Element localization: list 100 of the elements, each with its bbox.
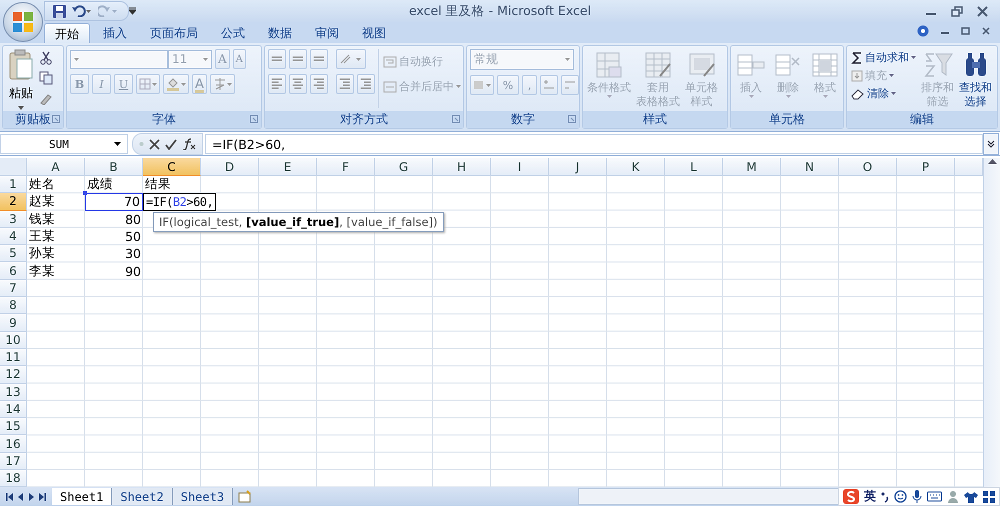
- scissors-icon[interactable]: [39, 51, 53, 65]
- row-header[interactable]: 9: [0, 314, 27, 332]
- ime-language[interactable]: 英: [864, 488, 876, 505]
- column-header[interactable]: A: [27, 158, 85, 176]
- microphone-icon[interactable]: [912, 490, 922, 503]
- launcher-icon[interactable]: [250, 115, 258, 123]
- copy-icon[interactable]: [39, 71, 53, 85]
- close-icon[interactable]: [977, 6, 988, 16]
- expand-button[interactable]: [983, 133, 999, 155]
- align-top-button[interactable]: [268, 49, 286, 69]
- row-header[interactable]: 4: [0, 228, 27, 246]
- column-header[interactable]: P: [897, 158, 955, 176]
- help-icon[interactable]: [917, 24, 929, 36]
- ribbon-tab[interactable]: 页面布局: [140, 23, 208, 43]
- column-header[interactable]: I: [491, 158, 549, 176]
- row-header[interactable]: 2: [0, 193, 27, 211]
- column-header[interactable]: D: [201, 158, 259, 176]
- row-header[interactable]: 17: [0, 452, 27, 470]
- column-header[interactable]: L: [665, 158, 723, 176]
- increase-indent-button[interactable]: [357, 74, 375, 94]
- row-header[interactable]: 13: [0, 384, 27, 401]
- column-header[interactable]: K: [607, 158, 665, 176]
- insert-function-button[interactable]: [182, 138, 196, 150]
- launcher-icon[interactable]: [568, 115, 576, 123]
- sheet-tab[interactable]: Sheet1: [52, 488, 112, 505]
- prev-sheet-icon[interactable]: [17, 492, 24, 500]
- grid-menu-icon[interactable]: [983, 490, 995, 502]
- name-box[interactable]: SUM: [0, 134, 128, 154]
- row-header[interactable]: 5: [0, 245, 27, 262]
- column-header[interactable]: J: [549, 158, 607, 176]
- formula-field[interactable]: =IF(B2>60,: [205, 134, 983, 154]
- ribbon-tab[interactable]: 视图: [352, 23, 396, 43]
- save-icon[interactable]: [53, 4, 66, 18]
- column-header[interactable]: O: [839, 158, 897, 176]
- punctuation-icon[interactable]: [881, 490, 889, 502]
- decrease-decimal-button[interactable]: [561, 75, 579, 95]
- align-center-button[interactable]: [289, 74, 307, 94]
- keyboard-icon[interactable]: [927, 491, 942, 502]
- check-icon[interactable]: [165, 138, 177, 150]
- row-header[interactable]: 11: [0, 348, 27, 366]
- row-header[interactable]: 14: [0, 400, 27, 418]
- ribbon-tab[interactable]: 公式: [211, 23, 255, 43]
- row-header[interactable]: 1: [0, 176, 27, 194]
- restore-icon[interactable]: [961, 26, 970, 34]
- align-left-button[interactable]: [268, 74, 286, 94]
- paste-button[interactable]: 粘贴: [6, 49, 36, 108]
- first-sheet-icon[interactable]: [6, 492, 13, 500]
- clear-button[interactable]: 清除: [850, 85, 917, 102]
- restore-icon[interactable]: [951, 6, 963, 16]
- align-right-button[interactable]: [310, 74, 328, 94]
- column-header[interactable]: N: [781, 158, 839, 176]
- cancel-icon[interactable]: [149, 138, 160, 150]
- phonetic-button[interactable]: [210, 74, 235, 94]
- column-header[interactable]: B: [85, 158, 143, 176]
- new-sheet-icon[interactable]: [237, 490, 254, 504]
- smiley-icon[interactable]: [894, 490, 907, 503]
- row-header[interactable]: 15: [0, 418, 27, 436]
- vertical-scrollbar[interactable]: [983, 158, 1000, 487]
- ribbon-tab[interactable]: 数据: [258, 23, 302, 43]
- row-header[interactable]: 12: [0, 366, 27, 384]
- next-sheet-icon[interactable]: [28, 492, 35, 500]
- column-header[interactable]: E: [259, 158, 317, 176]
- column-header[interactable]: M: [723, 158, 781, 176]
- customize-icon[interactable]: [129, 7, 136, 15]
- last-sheet-icon[interactable]: [39, 492, 46, 500]
- decrease-indent-button[interactable]: [336, 74, 354, 94]
- font-name-field[interactable]: [70, 50, 168, 68]
- row-header[interactable]: 10: [0, 332, 27, 349]
- orientation-button[interactable]: [336, 49, 366, 69]
- row-header[interactable]: 7: [0, 280, 27, 298]
- column-header[interactable]: F: [317, 158, 375, 176]
- row-header[interactable]: 16: [0, 435, 27, 453]
- column-header[interactable]: G: [375, 158, 433, 176]
- ribbon-tab[interactable]: 开始: [44, 23, 90, 43]
- row-header[interactable]: 8: [0, 297, 27, 314]
- sheet-tab[interactable]: Sheet3: [172, 488, 234, 505]
- undo-icon[interactable]: [72, 5, 92, 17]
- autosum-button[interactable]: 自动求和: [850, 49, 917, 66]
- align-bottom-button[interactable]: [310, 49, 328, 69]
- shirt-icon[interactable]: [964, 490, 978, 502]
- close-icon[interactable]: [982, 26, 990, 34]
- launcher-icon[interactable]: [452, 115, 460, 123]
- column-header[interactable]: H: [433, 158, 491, 176]
- ime-logo-icon[interactable]: [843, 489, 859, 504]
- sheet-tab[interactable]: Sheet2: [112, 488, 173, 505]
- row-header[interactable]: 18: [0, 470, 27, 488]
- align-middle-button[interactable]: [289, 49, 307, 69]
- find-select-button[interactable]: 查找和 选择: [958, 49, 993, 108]
- column-header[interactable]: C: [143, 158, 201, 176]
- ribbon-tab[interactable]: 审阅: [305, 23, 349, 43]
- person-icon[interactable]: [947, 490, 959, 503]
- cell-editor[interactable]: =IF(B2>60,: [143, 193, 216, 211]
- launcher-icon[interactable]: [52, 115, 60, 123]
- increase-decimal-button[interactable]: [540, 75, 558, 95]
- office-button[interactable]: [3, 2, 43, 42]
- fill-color-button[interactable]: [163, 74, 189, 94]
- row-header[interactable]: 6: [0, 262, 27, 280]
- lines-icon: [271, 78, 283, 90]
- ribbon-tab[interactable]: 插入: [93, 23, 137, 43]
- row-header[interactable]: 3: [0, 210, 27, 228]
